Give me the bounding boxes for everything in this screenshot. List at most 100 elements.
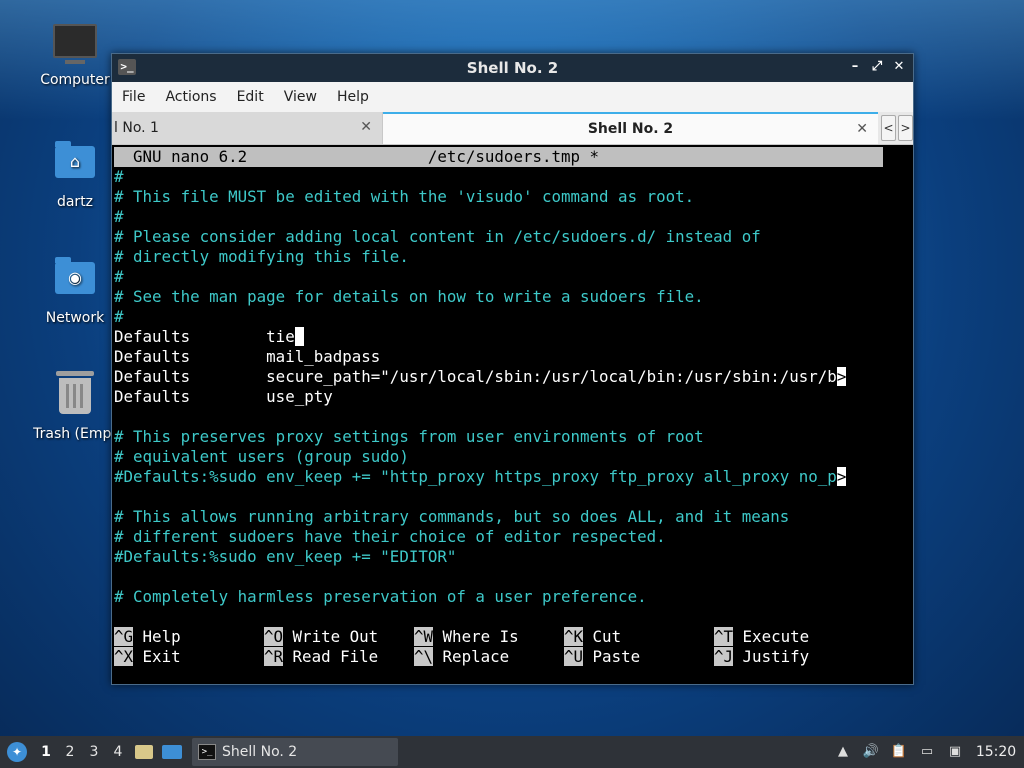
- line-continues-marker: >: [836, 367, 847, 386]
- editor-line: # See the man page for details on how to…: [114, 287, 704, 306]
- tab-shell-2[interactable]: Shell No. 2 ✕: [383, 112, 878, 144]
- menu-actions[interactable]: Actions: [155, 89, 226, 105]
- shortcut-replace[interactable]: ^\ Replace: [414, 647, 509, 667]
- editor-line: #Defaults:%sudo env_keep += "EDITOR": [114, 547, 457, 566]
- terminal-area[interactable]: GNU nano 6.2 /etc/sudoers.tmp * # # This…: [112, 145, 913, 684]
- taskbar-task-shell[interactable]: >_ Shell No. 2: [192, 738, 398, 766]
- editor-line: # Completely harmless preservation of a …: [114, 587, 647, 606]
- menubar: File Actions Edit View Help: [112, 82, 913, 112]
- shortcut-paste[interactable]: ^U Paste: [564, 647, 640, 667]
- editor-line: # This preserves proxy settings from use…: [114, 427, 704, 446]
- tab-bar: l No. 1 ✕ Shell No. 2 ✕ < >: [112, 112, 913, 145]
- shortcut-cut[interactable]: ^K Cut: [564, 627, 621, 647]
- tab-close-icon[interactable]: ✕: [856, 121, 868, 137]
- tab-scroll-right-button[interactable]: >: [898, 115, 913, 141]
- shortcut-label: Where Is: [442, 627, 519, 646]
- editor-line: #: [114, 167, 124, 186]
- editor-line-text: Defaults secure_path="/usr/local/sbin:/u…: [114, 367, 837, 386]
- editor-line: Defaults secure_path="/usr/local/sbin:/u…: [114, 367, 847, 387]
- network-wired-icon[interactable]: ▭: [918, 743, 936, 761]
- shortcut-key: ^R: [264, 647, 284, 666]
- shortcut-label: Paste: [592, 647, 641, 666]
- editor-line: #: [114, 207, 124, 226]
- editor-line: #Defaults:%sudo env_keep += "http_proxy …: [114, 467, 847, 487]
- desktop-icon-label: Trash (Empt: [33, 426, 117, 442]
- shortcut-key: ^T: [714, 627, 734, 646]
- desktop-icon-computer[interactable]: Computer: [25, 24, 125, 88]
- editor-line-text: #Defaults:%sudo env_keep += "http_proxy …: [114, 467, 837, 486]
- maximize-icon[interactable]: ⤢: [869, 58, 885, 76]
- desktop-icon-trash[interactable]: Trash (Empt: [25, 371, 125, 442]
- close-icon[interactable]: ✕: [891, 58, 907, 76]
- terminal-window: >_ Shell No. 2 – ⤢ ✕ File Actions Edit V…: [111, 53, 914, 685]
- computer-icon: [53, 24, 97, 68]
- notification-icon[interactable]: ▲: [834, 743, 852, 761]
- shortcut-label: Cut: [592, 627, 622, 646]
- editor-line: # directly modifying this file.: [114, 247, 409, 266]
- editor-line: # This file MUST be edited with the 'vis…: [114, 187, 695, 206]
- editor-line: Defaults use_pty: [114, 387, 333, 406]
- menu-file[interactable]: File: [112, 89, 155, 105]
- workspace-4[interactable]: 4: [106, 736, 130, 768]
- volume-icon[interactable]: 🔊: [862, 743, 880, 761]
- shortcut-key: ^W: [414, 627, 434, 646]
- tab-close-icon[interactable]: ✕: [360, 119, 372, 135]
- minimize-icon[interactable]: –: [847, 58, 863, 76]
- shortcut-key: ^O: [264, 627, 284, 646]
- shortcut-key: ^J: [714, 647, 734, 666]
- line-continues-marker: >: [836, 467, 847, 486]
- text-cursor: [294, 327, 305, 346]
- battery-icon[interactable]: ▣: [946, 743, 964, 761]
- shortcut-label: Write Out: [292, 627, 379, 646]
- tab-scroll-left-button[interactable]: <: [881, 115, 896, 141]
- shortcut-where-is[interactable]: ^W Where Is: [414, 627, 519, 647]
- task-label: Shell No. 2: [222, 744, 298, 760]
- shortcut-key: ^K: [564, 627, 584, 646]
- clock[interactable]: 15:20: [974, 744, 1018, 760]
- shortcut-execute[interactable]: ^T Execute: [714, 627, 809, 647]
- menu-help[interactable]: Help: [327, 89, 379, 105]
- desktop-icon-label: Computer: [40, 72, 110, 88]
- menu-view[interactable]: View: [274, 89, 327, 105]
- desktop-icon-home[interactable]: ⌂ dartz: [25, 140, 125, 210]
- nano-header: GNU nano 6.2 /etc/sudoers.tmp *: [114, 147, 883, 167]
- window-title: Shell No. 2: [466, 59, 559, 77]
- workspace-1[interactable]: 1: [34, 736, 58, 768]
- workspace-3[interactable]: 3: [82, 736, 106, 768]
- home-folder-icon: ⌂: [53, 141, 97, 190]
- tab-shell-1[interactable]: l No. 1 ✕: [112, 112, 383, 144]
- start-menu-button[interactable]: ✦: [0, 736, 34, 768]
- editor-line: # Please consider adding local content i…: [114, 227, 761, 246]
- taskbar: ✦ 1 2 3 4 >_ Shell No. 2 ▲ 🔊 📋 ▭ ▣ 15:20: [0, 736, 1024, 768]
- system-tray: ▲ 🔊 📋 ▭ ▣ 15:20: [834, 743, 1024, 761]
- shortcut-write-out[interactable]: ^O Write Out: [264, 627, 378, 647]
- tab-label: Shell No. 2: [587, 121, 674, 137]
- shortcut-label: Replace: [442, 647, 510, 666]
- editor-line: #: [114, 267, 124, 286]
- workspace-2[interactable]: 2: [58, 736, 82, 768]
- shortcut-key: ^G: [114, 627, 134, 646]
- shortcut-key: ^X: [114, 647, 134, 666]
- clipboard-icon[interactable]: 📋: [890, 743, 908, 761]
- file-manager-launcher[interactable]: [130, 736, 158, 768]
- shortcut-exit[interactable]: ^X Exit: [114, 647, 181, 667]
- shortcut-key: ^U: [564, 647, 584, 666]
- shortcut-label: Justify: [742, 647, 810, 666]
- start-logo-icon: ✦: [7, 742, 27, 762]
- window-titlebar[interactable]: >_ Shell No. 2 – ⤢ ✕: [112, 54, 913, 82]
- shortcut-label: Read File: [292, 647, 379, 666]
- desktop-icon-network[interactable]: ◉ Network: [25, 256, 125, 326]
- show-desktop-button[interactable]: [158, 736, 186, 768]
- shortcut-read-file[interactable]: ^R Read File: [264, 647, 378, 667]
- shortcut-help[interactable]: ^G Help: [114, 627, 181, 647]
- shortcut-label: Execute: [742, 627, 810, 646]
- terminal-app-icon[interactable]: >_: [118, 59, 136, 75]
- editor-line: Defaults mail_badpass: [114, 347, 381, 366]
- terminal-icon: >_: [198, 744, 216, 760]
- shortcut-label: Exit: [142, 647, 181, 666]
- shortcut-justify[interactable]: ^J Justify: [714, 647, 809, 667]
- editor-line-current: Defaults tie: [114, 327, 305, 347]
- desktop-icon: [162, 745, 182, 759]
- menu-edit[interactable]: Edit: [227, 89, 274, 105]
- editor-line: # This allows running arbitrary commands…: [114, 507, 790, 526]
